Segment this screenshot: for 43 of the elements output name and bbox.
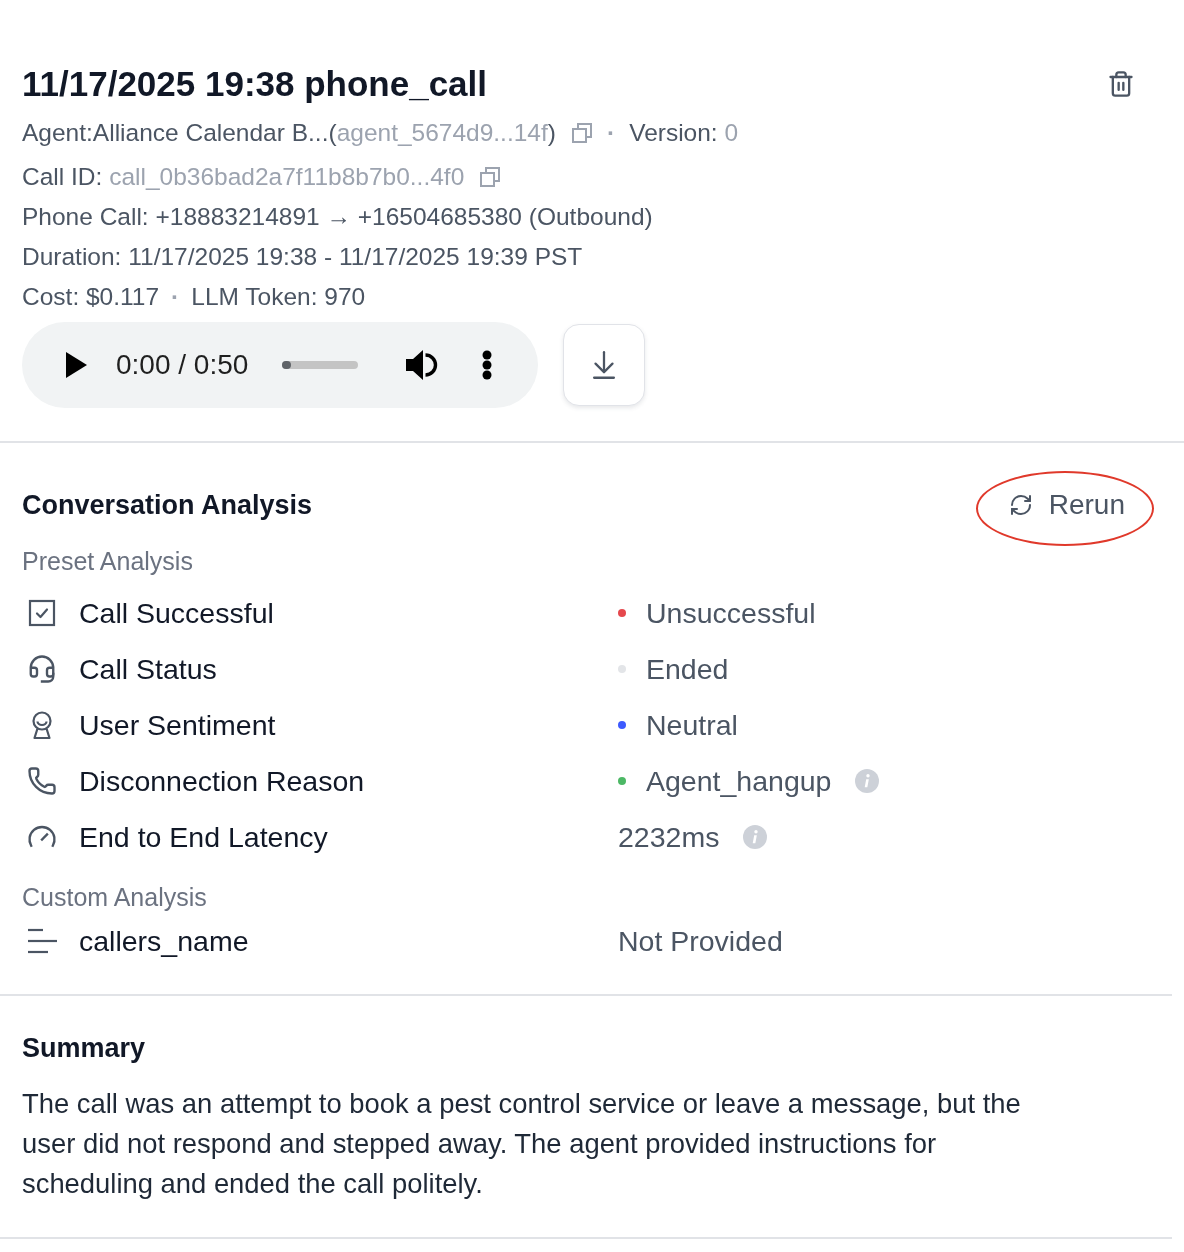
rerun-button[interactable]: Rerun [1008, 489, 1125, 521]
analysis-label: callers_name [79, 924, 249, 958]
progress-track[interactable] [282, 361, 359, 369]
token-text: LLM Token: 970 [191, 283, 366, 311]
analysis-label: End to End Latency [79, 820, 328, 854]
square-check-icon [27, 598, 57, 628]
analysis-value: Agent_hangup [646, 764, 832, 798]
group-label: Custom Analysis [22, 882, 208, 912]
separator-text: · [606, 119, 616, 147]
volume-icon[interactable] [405, 349, 440, 381]
headset-icon [27, 654, 57, 684]
play-icon[interactable] [66, 352, 87, 378]
analysis-value: Neutral [646, 708, 738, 742]
duration-text: Duration: 11/17/2025 19:38 - 11/17/2025 19:39 PST [22, 243, 583, 271]
more-vertical-icon[interactable] [481, 350, 494, 380]
analysis-label: Disconnection Reason [79, 764, 365, 798]
analysis-value: 2232ms [618, 820, 720, 854]
time-text: 0:00 / 0:50 [116, 349, 249, 381]
analysis-label: Call Status [79, 652, 217, 686]
section-title: Summary [22, 1032, 147, 1065]
analysis-value: Unsuccessful [646, 596, 816, 630]
version-text: Version: 0 [629, 119, 739, 147]
analysis-value: Ended [646, 652, 729, 686]
copy-icon[interactable] [479, 166, 502, 188]
analysis-value: Not Provided [618, 924, 783, 958]
call-id-text: Call ID: call_0b36bad2a7f11b8b7b0...4f0 [22, 163, 465, 191]
refresh-icon [1008, 493, 1033, 517]
analysis-label: Call Successful [79, 596, 274, 630]
cost-text: Cost: $0.117 [22, 283, 160, 311]
phone-call-text: Phone Call: +18883214891 → +16504685380 (Outbound) [22, 203, 653, 231]
call-title: 11/17/2025 19:38 phone_call [22, 63, 488, 105]
progress-thumb[interactable] [282, 361, 292, 369]
group-label: Preset Analysis [22, 546, 194, 576]
copy-icon[interactable] [570, 122, 593, 144]
summary-text: The call was an attempt to book a pest control service or leave a message, but the user did not respond and stepped away. The agent provided instructions for scheduling and ended the call politely. [22, 1087, 1022, 1201]
agent-text: Agent:Alliance Calendar B...(agent_5674d9...14f) [22, 119, 556, 147]
section-title: Conversation Analysis [22, 489, 313, 522]
download-button[interactable] [563, 324, 645, 406]
trash-icon[interactable] [1107, 69, 1135, 99]
separator-text: · [171, 283, 180, 311]
phone-icon [27, 766, 57, 796]
analysis-label: User Sentiment [79, 708, 276, 742]
text-lines-icon [27, 926, 57, 956]
